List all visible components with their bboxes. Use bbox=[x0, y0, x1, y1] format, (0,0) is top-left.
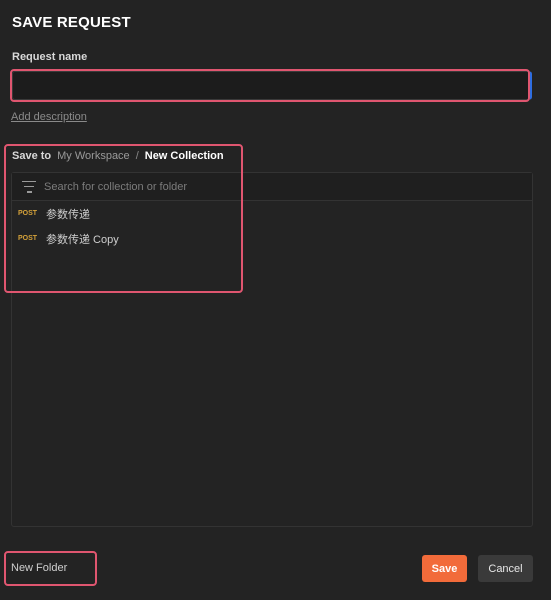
list-item[interactable]: POST 参数传递 Copy bbox=[12, 226, 532, 251]
collection-search-input[interactable] bbox=[44, 180, 532, 193]
breadcrumb-workspace[interactable]: My Workspace bbox=[57, 150, 130, 162]
list-item[interactable]: POST 参数传递 bbox=[12, 201, 532, 226]
search-row bbox=[12, 173, 532, 201]
save-to-breadcrumb: Save to My Workspace / New Collection bbox=[12, 150, 224, 162]
dialog-title: SAVE REQUEST bbox=[12, 14, 131, 31]
request-name-input[interactable] bbox=[12, 71, 532, 100]
save-request-dialog: SAVE REQUEST Request name Add descriptio… bbox=[0, 0, 551, 600]
request-list: POST 参数传递 POST 参数传递 Copy bbox=[12, 201, 532, 251]
add-description-link[interactable]: Add description bbox=[11, 111, 87, 123]
new-folder-button[interactable]: New Folder bbox=[11, 562, 67, 574]
method-badge: POST bbox=[18, 235, 38, 242]
breadcrumb-collection: New Collection bbox=[144, 150, 224, 162]
save-button[interactable]: Save bbox=[422, 555, 467, 582]
method-badge: POST bbox=[18, 210, 38, 217]
save-to-label: Save to bbox=[12, 150, 52, 162]
request-name-label: Request name bbox=[12, 51, 88, 63]
cancel-button[interactable]: Cancel bbox=[478, 555, 533, 582]
request-item-name: 参数传递 Copy bbox=[46, 233, 119, 246]
request-item-name: 参数传递 bbox=[46, 208, 90, 221]
collection-browser: POST 参数传递 POST 参数传递 Copy bbox=[11, 172, 533, 527]
breadcrumb-separator: / bbox=[135, 150, 139, 162]
filter-icon bbox=[22, 180, 36, 193]
